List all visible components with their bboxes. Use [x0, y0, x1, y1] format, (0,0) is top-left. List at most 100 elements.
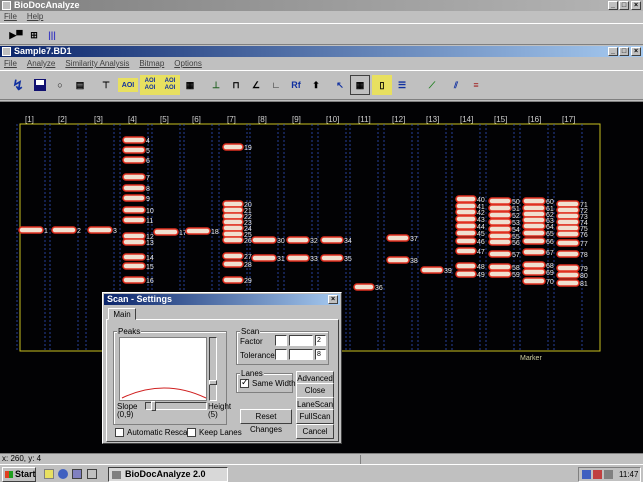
same-width-checkbox[interactable]	[240, 377, 249, 388]
quicklaunch-icon-1[interactable]	[44, 469, 54, 479]
scanner-icon[interactable]: ⊞	[24, 25, 44, 45]
lane-header: [13]	[426, 115, 439, 124]
lane-header: [17]	[562, 115, 575, 124]
taskbar-app-button[interactable]: BioDocAnalyze 2.0	[108, 467, 228, 482]
lane-icon[interactable]: ⊥	[206, 75, 226, 95]
tray-icon-2[interactable]	[593, 470, 602, 479]
grid-icon[interactable]: ▦	[350, 75, 370, 95]
tray-icon-1[interactable]	[582, 470, 591, 479]
keep-lanes-label: Keep Lanes	[199, 428, 242, 437]
band-label: 37	[410, 236, 418, 243]
app-menubar: File Help	[0, 11, 643, 22]
aoi-multi-button[interactable]: AOI AOI	[140, 75, 160, 95]
undo-icon[interactable]: ↯	[8, 75, 28, 95]
keep-lanes-checkbox[interactable]	[187, 428, 196, 437]
doc-minimize-button[interactable]: _	[608, 47, 618, 56]
slope-slider[interactable]	[145, 401, 207, 411]
band-label: 8	[146, 186, 150, 193]
slope-slider-thumb[interactable]	[151, 401, 156, 411]
doc-menu-options[interactable]: Options	[174, 59, 202, 68]
slope-icon[interactable]: ∠	[246, 75, 266, 95]
doc-menu-similarity[interactable]: Similarity Analysis	[65, 59, 129, 68]
report-icon[interactable]: ≡	[466, 75, 486, 95]
band-icon[interactable]: ⊓	[226, 75, 246, 95]
dialog-titlebar: Scan - Settings ×	[104, 294, 340, 305]
peaks-label: Peaks	[117, 327, 142, 336]
quicklaunch-icon-2[interactable]	[58, 469, 68, 479]
menu-help[interactable]: Help	[27, 12, 43, 21]
maximize-button[interactable]: □	[619, 1, 629, 10]
status-divider	[360, 455, 361, 464]
tolerance-stepper[interactable]	[275, 349, 287, 360]
gel-band	[185, 227, 211, 235]
gel-band	[420, 266, 444, 274]
rf-button[interactable]: Rf	[286, 75, 306, 95]
quicklaunch-icon-3[interactable]	[72, 469, 82, 479]
minimize-button[interactable]: _	[608, 1, 618, 10]
gel-band	[556, 250, 580, 258]
app-titlebar: BioDocAnalyze _ □ ×	[0, 0, 643, 11]
height-slider[interactable]	[209, 337, 217, 401]
gel-band	[522, 248, 546, 256]
band-label: 6	[146, 158, 150, 165]
doc-close-button[interactable]: ×	[631, 47, 641, 56]
histogram-icon[interactable]: ⫽	[446, 75, 466, 95]
aoi-button[interactable]: AOI	[118, 78, 138, 92]
doc-title: Sample7.BD1	[14, 46, 72, 56]
line-icon[interactable]: ⟋	[422, 75, 442, 95]
pointer-icon[interactable]: ↖	[330, 75, 350, 95]
gel-band	[556, 239, 580, 247]
close-button[interactable]: ×	[631, 1, 641, 10]
band-label: 19	[244, 145, 252, 152]
doc-maximize-button[interactable]: □	[619, 47, 629, 56]
auto-rescan-checkbox[interactable]	[115, 428, 124, 437]
factor-slider[interactable]	[289, 335, 313, 346]
print-icon[interactable]: ▤	[70, 75, 90, 95]
menu-file[interactable]: File	[4, 12, 17, 21]
doc-menu-bitmap[interactable]: Bitmap	[139, 59, 164, 68]
lane-header: [14]	[460, 115, 473, 124]
marker-icon[interactable]: ⬆	[306, 75, 326, 95]
start-button[interactable]: Start	[2, 467, 36, 482]
gel-band	[522, 237, 546, 245]
windows-logo-icon	[5, 471, 13, 478]
zoom-icon[interactable]: ○	[50, 75, 70, 95]
quicklaunch-icon-4[interactable]	[87, 469, 97, 479]
camera-icon[interactable]: ▶▀	[6, 25, 26, 45]
tool-icon[interactable]: ⊤	[96, 75, 116, 95]
cancel-button[interactable]: Cancel	[296, 424, 334, 439]
band-label: 54	[512, 227, 520, 234]
copy-icon[interactable]: ▦	[180, 75, 200, 95]
band-label: 14	[146, 255, 154, 262]
band-label: 36	[375, 285, 383, 292]
gel-band	[122, 238, 146, 246]
band-label: 57	[512, 252, 520, 259]
doc-menu-analyze[interactable]: Analyze	[27, 59, 55, 68]
gel-band	[122, 136, 146, 144]
aoi-grid-button[interactable]: AOI AOI	[160, 75, 180, 95]
band-label: 64	[546, 224, 554, 231]
tray-icon-3[interactable]	[604, 470, 613, 479]
band-label: 46	[477, 239, 485, 246]
tolerance-slider[interactable]	[289, 349, 313, 360]
close-dialog-button[interactable]: Close	[296, 383, 334, 398]
band-label: 58	[512, 265, 520, 272]
fullscan-button[interactable]: FullScan	[296, 409, 334, 424]
doc-menu-file[interactable]: File	[4, 59, 17, 68]
lane-select-icon[interactable]: ▯	[372, 75, 392, 95]
tab-main[interactable]: Main	[108, 308, 136, 320]
factor-stepper[interactable]	[275, 335, 287, 346]
list-icon[interactable]: ☰	[392, 75, 412, 95]
height-label: Height (5)	[208, 402, 232, 419]
save-icon[interactable]	[30, 75, 50, 95]
reset-changes-button[interactable]: Reset Changes	[240, 409, 292, 434]
gel-icon[interactable]: |||	[42, 25, 62, 45]
dialog-close-button[interactable]: ×	[328, 295, 338, 304]
baseline-icon[interactable]: ∟	[266, 75, 286, 95]
lane-header: [1]	[25, 115, 34, 124]
band-label: 15	[146, 264, 154, 271]
tolerance-value[interactable]: 8	[315, 349, 326, 360]
height-slider-thumb[interactable]	[209, 380, 217, 385]
band-label: 50	[512, 199, 520, 206]
factor-value[interactable]: 2	[315, 335, 326, 346]
